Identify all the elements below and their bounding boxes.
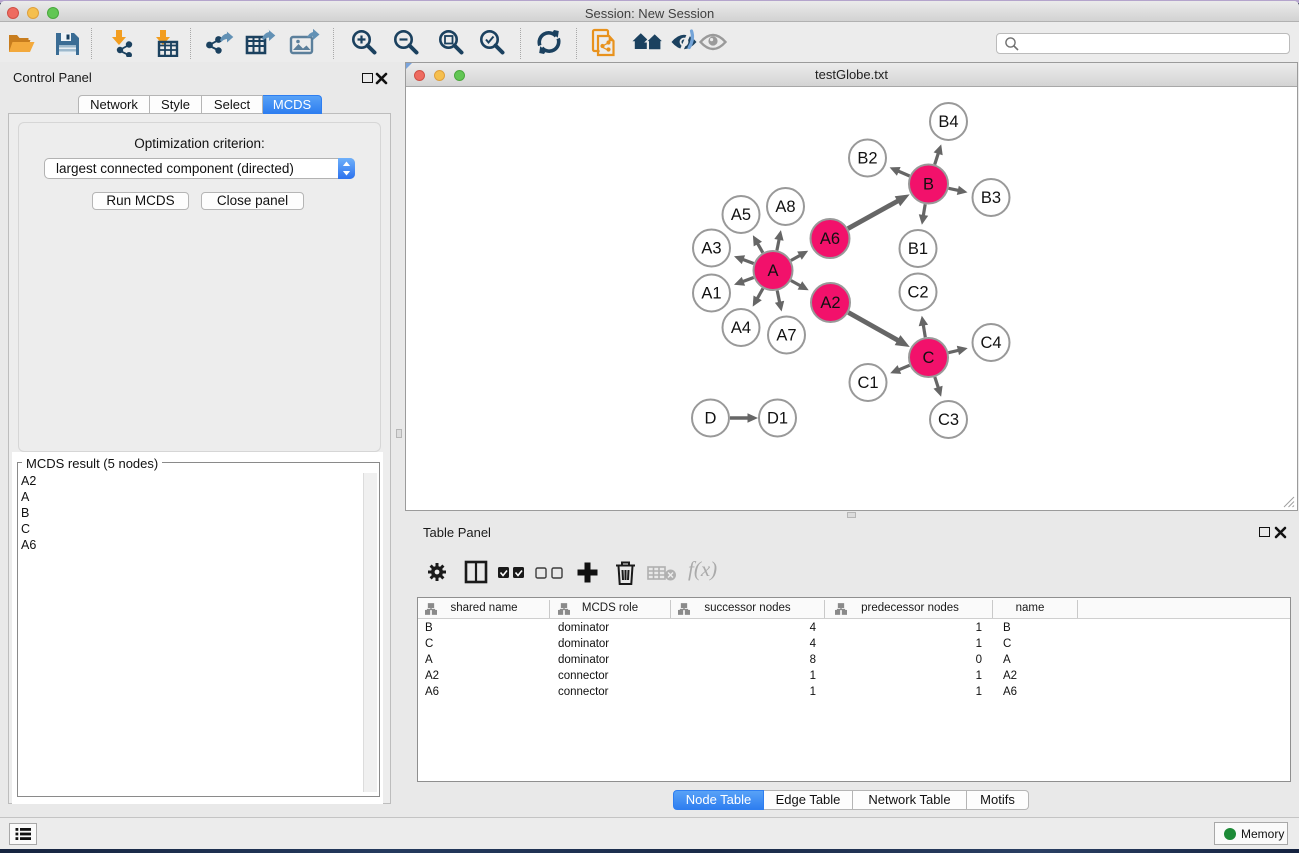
svg-text:A8: A8 [775,198,795,216]
svg-text:A6: A6 [820,230,840,248]
svg-text:B2: B2 [857,150,877,168]
svg-text:A7: A7 [776,327,796,345]
svg-text:C1: C1 [857,374,878,392]
svg-text:B3: B3 [981,189,1001,207]
svg-text:A3: A3 [701,240,721,258]
svg-text:A: A [767,262,778,280]
svg-text:A4: A4 [731,319,751,337]
svg-text:B1: B1 [908,240,928,258]
svg-text:A1: A1 [701,285,721,303]
svg-text:C4: C4 [980,334,1001,352]
svg-text:A5: A5 [731,206,751,224]
svg-text:C3: C3 [938,411,959,429]
svg-text:B: B [923,176,934,194]
svg-text:B4: B4 [938,113,958,131]
svg-text:A2: A2 [820,294,840,312]
svg-text:C: C [923,349,935,367]
svg-text:D: D [705,410,717,428]
svg-text:D1: D1 [767,410,788,428]
svg-text:C2: C2 [907,284,928,302]
